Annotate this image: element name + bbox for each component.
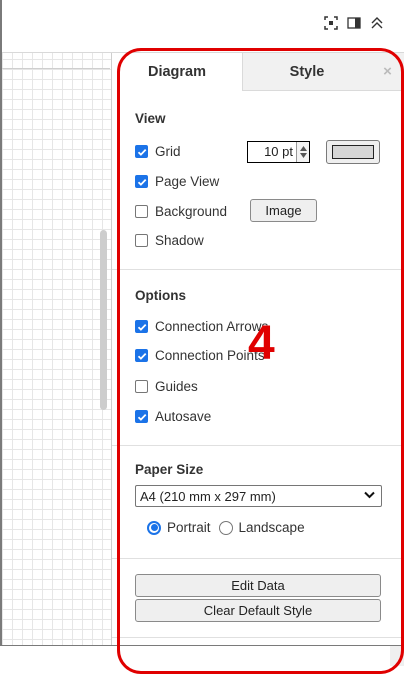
options-title: Options: [135, 288, 186, 303]
grid-color-swatch: [332, 145, 374, 159]
edit-data-button[interactable]: Edit Data: [135, 574, 381, 597]
landscape-radio[interactable]: [218, 520, 233, 535]
page-edge-line: [2, 68, 110, 69]
background-label: Background: [155, 204, 228, 219]
format-panel-icon[interactable]: [347, 16, 361, 30]
autosave-checkbox[interactable]: [135, 410, 148, 423]
collapse-icon[interactable]: [370, 16, 384, 30]
grid-checkbox[interactable]: [135, 145, 148, 158]
grid-label: Grid: [155, 144, 181, 159]
paper-size-title: Paper Size: [135, 462, 204, 477]
portrait-label: Portrait: [167, 520, 211, 535]
diagram-canvas[interactable]: [2, 53, 111, 645]
clear-default-style-button[interactable]: Clear Default Style: [135, 599, 381, 622]
orientation-row: Portrait Landscape: [147, 520, 305, 535]
shadow-checkbox[interactable]: [135, 234, 148, 247]
paper-size-select[interactable]: A4 (210 mm x 297 mm): [135, 485, 382, 507]
guides-checkbox[interactable]: [135, 380, 148, 393]
guides-label: Guides: [155, 379, 198, 394]
stepper-up-icon[interactable]: [299, 146, 307, 151]
connection-points-row: Connection Points: [135, 348, 265, 363]
grid-row: Grid: [135, 144, 181, 159]
portrait-radio[interactable]: [147, 520, 161, 535]
landscape-label: Landscape: [238, 520, 305, 535]
grid-size-stepper[interactable]: 10 pt: [247, 141, 310, 163]
shadow-row: Shadow: [135, 233, 204, 248]
autosave-row: Autosave: [135, 409, 211, 424]
tab-diagram[interactable]: Diagram: [112, 53, 242, 90]
toolbar-icons: [324, 16, 384, 30]
close-panel-icon[interactable]: ×: [370, 53, 404, 91]
guides-row: Guides: [135, 379, 198, 394]
view-section: View Grid Page View Background Shadow: [112, 91, 404, 270]
paper-size-value: A4 (210 mm x 297 mm): [140, 488, 276, 504]
fullscreen-icon[interactable]: [324, 16, 338, 30]
grid-color-button[interactable]: [326, 140, 380, 164]
grid-size-value[interactable]: 10 pt: [248, 142, 296, 162]
background-image-button[interactable]: Image: [250, 199, 317, 222]
connection-points-checkbox[interactable]: [135, 349, 148, 362]
resize-corner[interactable]: [390, 646, 404, 666]
autosave-label: Autosave: [155, 409, 212, 424]
shadow-label: Shadow: [155, 233, 204, 248]
grid-size-arrows[interactable]: [296, 142, 309, 162]
chevron-down-icon: [364, 491, 375, 499]
page-view-checkbox[interactable]: [135, 175, 148, 188]
tab-style[interactable]: Style: [242, 53, 371, 91]
panel-tabs: Diagram Style ×: [112, 53, 404, 91]
background-checkbox[interactable]: [135, 205, 148, 218]
stepper-down-icon[interactable]: [299, 153, 307, 158]
page-view-row: Page View: [135, 174, 219, 189]
background-row: Background: [135, 204, 227, 219]
top-toolbar: [2, 0, 404, 53]
window-border-bottom: [0, 645, 404, 646]
page-view-label: Page View: [155, 174, 220, 189]
connection-arrows-checkbox[interactable]: [135, 320, 148, 333]
section-divider: [112, 637, 404, 638]
annotation-marker: 4: [248, 317, 275, 370]
view-title: View: [135, 111, 166, 126]
canvas-scrollbar[interactable]: [100, 230, 107, 410]
